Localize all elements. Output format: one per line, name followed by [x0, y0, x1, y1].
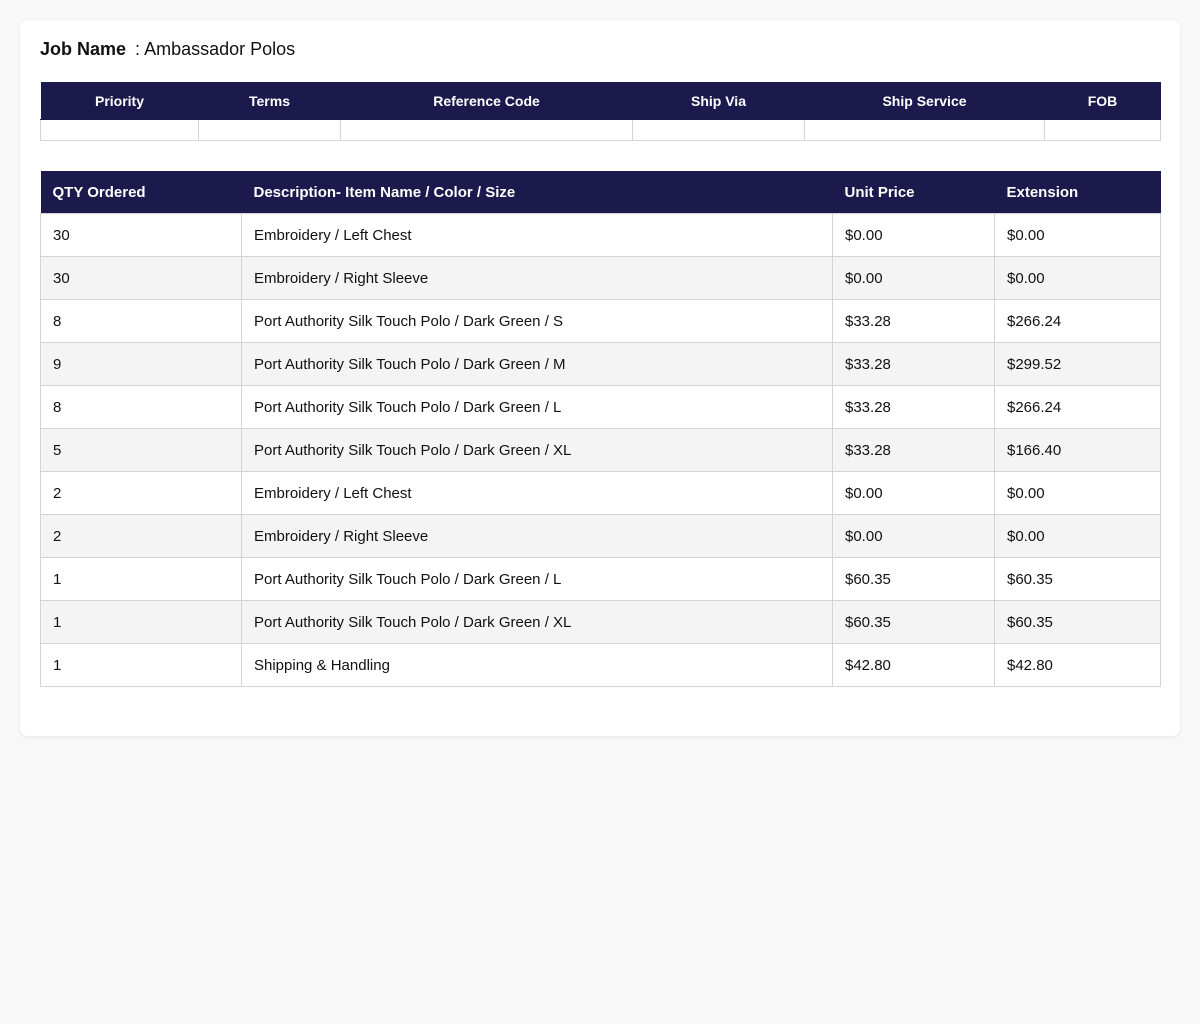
meta-value-priority — [40, 119, 199, 141]
table-row: 1 Shipping & Handling $42.80 $42.80 — [40, 643, 1161, 687]
document-card: Job Name : Ambassador Polos Priority Term… — [20, 20, 1180, 736]
qty-cell: 1 — [40, 557, 242, 601]
extension-cell: $60.35 — [994, 600, 1161, 644]
description-cell: Port Authority Silk Touch Polo / Dark Gr… — [241, 557, 833, 601]
table-row: 1 Port Authority Silk Touch Polo / Dark … — [40, 600, 1161, 644]
extension-cell: $0.00 — [994, 213, 1161, 257]
unit-price-cell: $0.00 — [832, 213, 995, 257]
table-row: 1 Port Authority Silk Touch Polo / Dark … — [40, 557, 1161, 601]
meta-value-ship-via — [632, 119, 805, 141]
unit-price-cell: $0.00 — [832, 256, 995, 300]
job-name-line: Job Name : Ambassador Polos — [40, 38, 295, 60]
meta-header-reference-code: Reference Code — [340, 82, 633, 120]
qty-cell: 1 — [40, 600, 242, 644]
extension-cell: $266.24 — [994, 385, 1161, 429]
table-row: 2 Embroidery / Left Chest $0.00 $0.00 — [40, 471, 1161, 515]
unit-price-cell: $42.80 — [832, 643, 995, 687]
description-cell: Port Authority Silk Touch Polo / Dark Gr… — [241, 428, 833, 472]
meta-header-ship-service: Ship Service — [804, 82, 1045, 120]
extension-cell: $166.40 — [994, 428, 1161, 472]
unit-price-cell: $33.28 — [832, 342, 995, 386]
job-name-separator: : — [135, 39, 141, 59]
description-cell: Embroidery / Right Sleeve — [241, 514, 833, 558]
meta-value-reference-code — [340, 119, 633, 141]
unit-price-cell: $33.28 — [832, 385, 995, 429]
qty-cell: 2 — [40, 471, 242, 515]
meta-value-row — [40, 119, 1161, 141]
table-row: 30 Embroidery / Right Sleeve $0.00 $0.00 — [40, 256, 1161, 300]
unit-price-cell: $0.00 — [832, 471, 995, 515]
qty-cell: 30 — [40, 256, 242, 300]
table-row: 5 Port Authority Silk Touch Polo / Dark … — [40, 428, 1161, 472]
meta-header-ship-via: Ship Via — [632, 82, 805, 120]
description-cell: Embroidery / Left Chest — [241, 471, 833, 515]
qty-cell: 9 — [40, 342, 242, 386]
unit-price-cell: $33.28 — [832, 299, 995, 343]
description-cell: Port Authority Silk Touch Polo / Dark Gr… — [241, 600, 833, 644]
qty-cell: 2 — [40, 514, 242, 558]
extension-cell: $42.80 — [994, 643, 1161, 687]
table-row: 2 Embroidery / Right Sleeve $0.00 $0.00 — [40, 514, 1161, 558]
qty-cell: 1 — [40, 643, 242, 687]
extension-cell: $0.00 — [994, 514, 1161, 558]
extension-cell: $299.52 — [994, 342, 1161, 386]
header-unit-price: Unit Price — [832, 171, 995, 214]
description-cell: Port Authority Silk Touch Polo / Dark Gr… — [241, 299, 833, 343]
header-description: Description- Item Name / Color / Size — [241, 171, 833, 214]
table-row: 8 Port Authority Silk Touch Polo / Dark … — [40, 299, 1161, 343]
table-row: 8 Port Authority Silk Touch Polo / Dark … — [40, 385, 1161, 429]
header-extension: Extension — [994, 171, 1161, 214]
meta-header-row: Priority Terms Reference Code Ship Via S… — [40, 82, 1161, 120]
unit-price-cell: $0.00 — [832, 514, 995, 558]
meta-value-fob — [1044, 119, 1161, 141]
qty-cell: 30 — [40, 213, 242, 257]
extension-cell: $0.00 — [994, 471, 1161, 515]
qty-cell: 5 — [40, 428, 242, 472]
table-row: 30 Embroidery / Left Chest $0.00 $0.00 — [40, 213, 1161, 257]
meta-header-fob: FOB — [1044, 82, 1161, 120]
meta-header-terms: Terms — [198, 82, 341, 120]
extension-cell: $266.24 — [994, 299, 1161, 343]
meta-value-terms — [198, 119, 341, 141]
description-cell: Shipping & Handling — [241, 643, 833, 687]
job-name-value: Ambassador Polos — [144, 39, 296, 59]
line-items-table: QTY Ordered Description- Item Name / Col… — [40, 171, 1161, 687]
extension-cell: $60.35 — [994, 557, 1161, 601]
qty-cell: 8 — [40, 299, 242, 343]
description-cell: Port Authority Silk Touch Polo / Dark Gr… — [241, 385, 833, 429]
description-cell: Embroidery / Right Sleeve — [241, 256, 833, 300]
description-cell: Port Authority Silk Touch Polo / Dark Gr… — [241, 342, 833, 386]
unit-price-cell: $60.35 — [832, 600, 995, 644]
description-cell: Embroidery / Left Chest — [241, 213, 833, 257]
extension-cell: $0.00 — [994, 256, 1161, 300]
qty-cell: 8 — [40, 385, 242, 429]
table-row: 9 Port Authority Silk Touch Polo / Dark … — [40, 342, 1161, 386]
header-qty-ordered: QTY Ordered — [40, 171, 242, 214]
meta-value-ship-service — [804, 119, 1045, 141]
job-name-label: Job Name — [40, 39, 127, 59]
unit-price-cell: $33.28 — [832, 428, 995, 472]
items-header-row: QTY Ordered Description- Item Name / Col… — [40, 171, 1161, 214]
meta-header-priority: Priority — [40, 82, 199, 120]
order-meta-table: Priority Terms Reference Code Ship Via S… — [40, 82, 1161, 141]
unit-price-cell: $60.35 — [832, 557, 995, 601]
